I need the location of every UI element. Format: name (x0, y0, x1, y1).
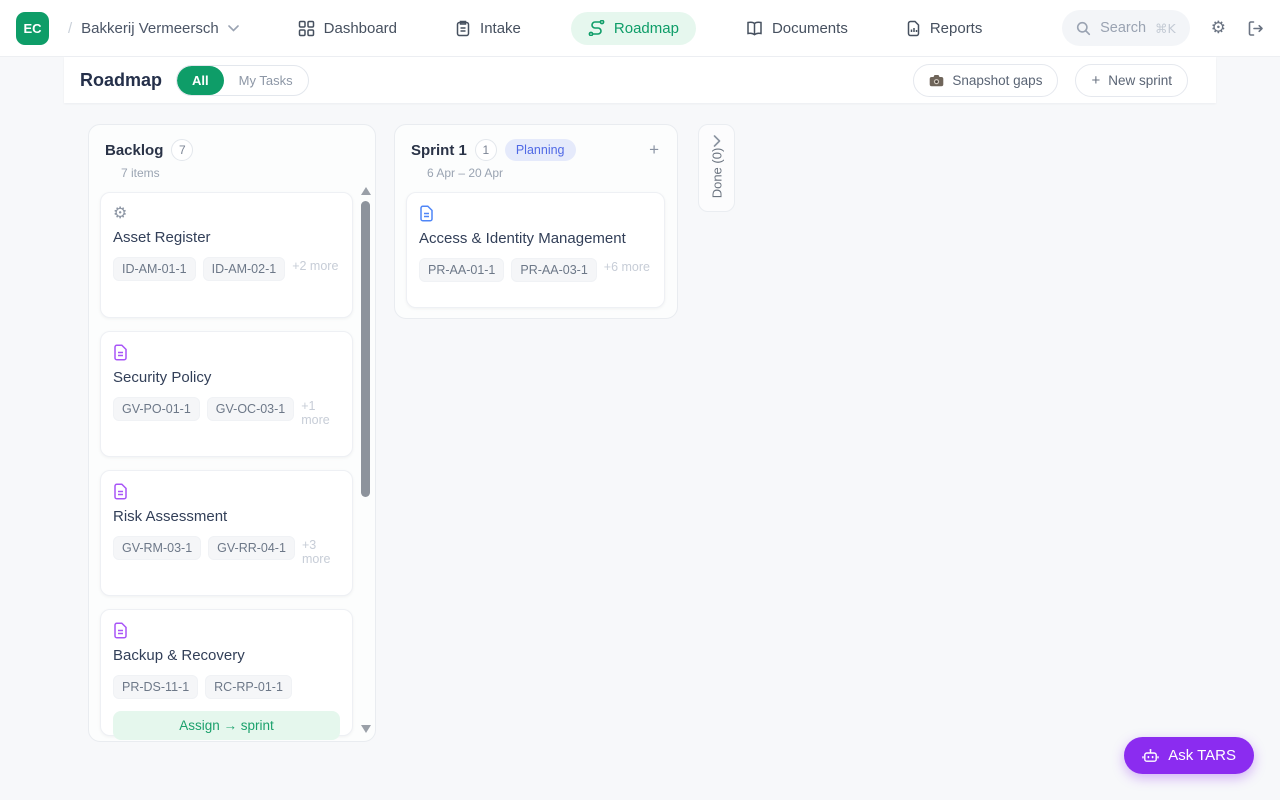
column-sprint-1: Sprint 1 1 Planning + 6 Apr – 20 Apr Acc… (394, 124, 678, 319)
gear-icon: ⚙ (113, 203, 128, 222)
control-tag: PR-AA-01-1 (419, 258, 505, 282)
filter-my-tasks[interactable]: My Tasks (224, 66, 308, 95)
more-tags-label: +6 more (603, 260, 650, 274)
breadcrumb-org-name[interactable]: Bakkerij Vermeersch (81, 20, 219, 37)
search-shortcut: ⌘K (1155, 20, 1176, 36)
backlog-subtitle: 7 items (121, 166, 160, 180)
logout-icon[interactable] (1247, 20, 1264, 37)
control-tag: PR-DS-11-1 (113, 675, 199, 699)
nav-right: Search ⌘K ⚙ (990, 10, 1264, 46)
chevron-down-icon (227, 24, 239, 32)
tab-label: Documents (771, 19, 848, 37)
roadmap-board: Backlog 7 7 items ⚙ Asset Register ID-AM… (0, 103, 1280, 742)
card-access-identity-management[interactable]: Access & Identity Management PR-AA-01-1 … (406, 192, 665, 308)
card-title: Asset Register (113, 229, 211, 246)
sprint-dates: 6 Apr – 20 Apr (427, 166, 504, 180)
card-security-policy[interactable]: Security Policy GV-PO-01-1 GV-OC-03-1 +1… (100, 331, 353, 457)
chevron-right-icon (713, 135, 721, 147)
main-nav: Dashboard Intake Roadmap Documents Repor… (290, 11, 991, 45)
backlog-cards: ⚙ Asset Register ID-AM-01-1 ID-AM-02-1 +… (89, 180, 375, 748)
control-tag: GV-RR-04-1 (208, 536, 295, 560)
page-title: Roadmap (80, 69, 163, 90)
tab-documents[interactable]: Documents (738, 12, 856, 45)
clipboard-icon (455, 20, 471, 37)
breadcrumb-separator: / (68, 19, 73, 37)
search-icon (1076, 21, 1091, 36)
control-tag: ID-AM-01-1 (113, 257, 196, 281)
backlog-header: Backlog 7 7 items (89, 125, 375, 180)
top-nav: EC / Bakkerij Vermeersch Dashboard Intak… (0, 0, 1280, 57)
card-title: Security Policy (113, 369, 212, 386)
dashboard-grid-icon (298, 20, 315, 37)
filter-all[interactable]: All (177, 65, 224, 95)
more-tags-label: +2 more (292, 259, 339, 273)
card-title: Risk Assessment (113, 508, 228, 525)
robot-icon (1142, 748, 1159, 764)
control-tag: GV-PO-01-1 (113, 397, 200, 421)
snapshot-gaps-button[interactable]: Snapshot gaps (913, 63, 1059, 97)
add-card-button[interactable]: + (645, 140, 663, 160)
tab-roadmap[interactable]: Roadmap (570, 11, 696, 45)
sprint-count-badge: 1 (474, 139, 497, 161)
tab-intake[interactable]: Intake (447, 12, 529, 45)
book-icon (746, 20, 763, 36)
column-backlog: Backlog 7 7 items ⚙ Asset Register ID-AM… (88, 124, 376, 742)
card-asset-register[interactable]: ⚙ Asset Register ID-AM-01-1 ID-AM-02-1 +… (100, 192, 353, 318)
page-header: Roadmap All My Tasks Snapshot gaps + New… (64, 57, 1216, 103)
settings-gear-icon[interactable]: ⚙ (1211, 19, 1226, 37)
column-done-collapsed[interactable]: Done (0) (698, 124, 735, 212)
tab-label: Intake (480, 19, 521, 37)
new-sprint-label: New sprint (1108, 72, 1172, 88)
org-avatar[interactable]: EC (16, 11, 49, 45)
more-tags-label: +1 more (301, 399, 330, 427)
breadcrumb[interactable]: / Bakkerij Vermeersch (68, 20, 239, 37)
sprint-title: Sprint 1 (411, 141, 467, 159)
card-risk-assessment[interactable]: Risk Assessment GV-RM-03-1 GV-RR-04-1 +3… (100, 470, 353, 596)
document-icon (113, 622, 340, 639)
camera-icon (929, 74, 944, 87)
scrollbar-thumb[interactable] (361, 201, 370, 497)
backlog-count-badge: 7 (171, 139, 194, 161)
backlog-scrollbar[interactable] (360, 187, 372, 733)
tab-label: Roadmap (613, 19, 679, 37)
tab-reports[interactable]: Reports (898, 12, 991, 45)
more-tags-label: +3 more (301, 538, 331, 566)
done-column-label: Done (0) (709, 147, 724, 199)
tab-label: Dashboard (323, 19, 398, 37)
filter-toggle: All My Tasks (176, 64, 309, 96)
roadmap-route-icon (588, 20, 605, 36)
new-sprint-button[interactable]: + New sprint (1075, 63, 1188, 97)
control-tag: ID-AM-02-1 (202, 257, 286, 281)
report-file-icon (906, 20, 921, 37)
control-tag: GV-RM-03-1 (113, 536, 202, 560)
nav-left: EC / Bakkerij Vermeersch (16, 11, 290, 45)
scroll-down-arrow[interactable] (361, 725, 371, 733)
sprint-cards: Access & Identity Management PR-AA-01-1 … (395, 180, 677, 308)
plus-icon: + (1091, 71, 1101, 89)
control-tag: RC-RP-01-1 (205, 675, 292, 699)
snapshot-gaps-label: Snapshot gaps (952, 72, 1043, 88)
document-icon (113, 483, 340, 500)
ask-tars-label: Ask TARS (1168, 747, 1236, 764)
document-icon (113, 344, 340, 361)
card-backup-recovery[interactable]: Backup & Recovery PR-DS-11-1 RC-RP-01-1 … (100, 609, 353, 740)
tab-label: Reports (929, 19, 983, 37)
search-input[interactable]: Search ⌘K (1062, 10, 1190, 46)
sprint-status-badge: Planning (504, 139, 576, 161)
card-title: Backup & Recovery (113, 647, 245, 664)
control-tag: GV-OC-03-1 (206, 397, 295, 421)
document-icon (419, 205, 652, 222)
assign-to-sprint-button[interactable]: Assign → sprint (113, 711, 340, 740)
tab-dashboard[interactable]: Dashboard (290, 12, 405, 45)
sprint-header: Sprint 1 1 Planning + 6 Apr – 20 Apr (395, 125, 677, 180)
card-title: Access & Identity Management (419, 230, 626, 247)
scroll-up-arrow[interactable] (361, 187, 371, 195)
search-placeholder: Search (1100, 20, 1147, 36)
backlog-title: Backlog (105, 141, 164, 159)
ask-tars-button[interactable]: Ask TARS (1124, 737, 1254, 774)
control-tag: PR-AA-03-1 (511, 258, 597, 282)
